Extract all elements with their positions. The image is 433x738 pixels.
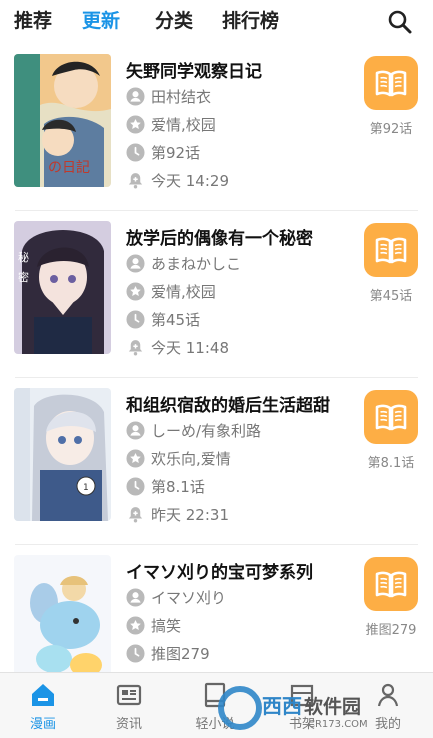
read-button[interactable]: [364, 390, 418, 444]
author-row: あまねかしこ: [126, 252, 241, 274]
cr173-watermark-logo: 西西 软件园 CR173.COM: [218, 686, 368, 730]
bell-icon: [126, 338, 145, 357]
star-icon: [126, 616, 145, 635]
user-icon: [126, 87, 145, 106]
tab-category[interactable]: 分类: [155, 6, 193, 33]
tab-recommend[interactable]: 推荐: [14, 6, 52, 33]
news-icon: [116, 684, 142, 706]
chapter-row: 第45话: [126, 308, 200, 330]
comic-title[interactable]: 和组织宿敌的婚后生活超甜: [126, 391, 330, 416]
comic-updated: 昨天 22:31: [151, 505, 229, 524]
updated-row: 昨天 22:31: [126, 503, 229, 525]
comic-cover[interactable]: [14, 555, 111, 672]
updated-row: 今天 14:29: [126, 169, 229, 191]
read-chapter-label: 第8.1话: [367, 456, 415, 471]
read-chapter-label: 推图279: [365, 623, 417, 638]
comic-author: あまねかしこ: [151, 254, 242, 273]
comic-title[interactable]: 矢野同学观察日记: [126, 57, 262, 82]
search-icon[interactable]: [386, 8, 414, 36]
read-chapter-label: 第92话: [369, 122, 413, 137]
tab-update[interactable]: 更新: [82, 6, 120, 33]
author-row: しーめ/有象利路: [126, 419, 261, 441]
clock-icon: [126, 644, 145, 663]
author-row: イマソ刈り: [126, 586, 226, 608]
list-item[interactable]: 1 和组织宿敌的婚后生活超甜 しーめ/有象利路 欢乐向,爱情 第8.1话 昨天 …: [0, 378, 433, 545]
comic-tags: 爱情,校园: [151, 282, 216, 301]
book-open-icon: [374, 569, 408, 599]
read-chapter-label: 第45话: [369, 289, 413, 304]
list-item[interactable]: の日記 矢野同学观察日记 田村结衣 爱情,校园 第92话 今天 14:29 第9…: [0, 44, 433, 211]
svg-text:1: 1: [83, 483, 89, 493]
comic-chapter: 推图279: [151, 644, 210, 663]
home-icon: [32, 684, 54, 706]
clock-icon: [126, 143, 145, 162]
book-open-icon: [374, 235, 408, 265]
svg-text:CR173.COM: CR173.COM: [308, 719, 368, 730]
comic-chapter: 第8.1话: [151, 477, 205, 496]
bell-icon: [126, 171, 145, 190]
book-open-icon: [374, 402, 408, 432]
star-icon: [126, 282, 145, 301]
comic-tags: 欢乐向,爱情: [151, 449, 231, 468]
comic-cover[interactable]: 1: [14, 388, 111, 521]
user-icon: [126, 254, 145, 273]
svg-text:秘: 秘: [18, 250, 29, 264]
bottom-tab-label: 漫画: [29, 717, 56, 732]
read-button[interactable]: [364, 557, 418, 611]
updated-row: 今天 11:48: [126, 336, 229, 358]
chapter-row: 第8.1话: [126, 475, 205, 497]
bottom-tab-label: 资讯: [115, 717, 142, 732]
author-row: 田村结衣: [126, 85, 211, 107]
tags-row: 搞笑: [126, 614, 181, 636]
read-button[interactable]: [364, 56, 418, 110]
book-open-icon: [374, 68, 408, 98]
chapter-row: 第92话: [126, 141, 200, 163]
comic-title[interactable]: 放学后的偶像有一个秘密: [126, 224, 313, 249]
tags-row: 欢乐向,爱情: [126, 447, 231, 469]
tab-ranking[interactable]: 排行榜: [222, 6, 279, 33]
user-icon: [126, 421, 145, 440]
list-item[interactable]: イマソ刈り的宝可梦系列 イマソ刈り 搞笑 推图279 推图279: [0, 545, 433, 672]
bottom-tab-news[interactable]: 资讯: [86, 679, 172, 735]
svg-text:密: 密: [18, 270, 29, 284]
user-icon: [126, 588, 145, 607]
tags-row: 爱情,校园: [126, 280, 216, 302]
comic-title[interactable]: イマソ刈り的宝可梦系列: [126, 558, 313, 583]
star-icon: [126, 449, 145, 468]
star-icon: [126, 115, 145, 134]
chapter-row: 推图279: [126, 642, 210, 664]
tags-row: 爱情,校园: [126, 113, 216, 135]
comic-author: しーめ/有象利路: [151, 421, 262, 440]
comic-author: 田村结衣: [151, 87, 212, 106]
comic-cover[interactable]: の日記: [14, 54, 111, 187]
top-nav: 推荐 更新 分类 排行榜: [0, 0, 433, 44]
update-list: の日記 矢野同学观察日记 田村结衣 爱情,校园 第92话 今天 14:29 第9…: [0, 44, 433, 672]
svg-text:の日記: の日記: [48, 159, 90, 176]
comic-cover[interactable]: 秘 密: [14, 221, 111, 354]
list-item[interactable]: 秘 密 放学后的偶像有一个秘密 あまねかしこ 爱情,校园 第45话 今天 11:…: [0, 211, 433, 378]
comic-tags: 爱情,校园: [151, 115, 216, 134]
bottom-tab-comics[interactable]: 漫画: [0, 679, 86, 735]
bell-icon: [126, 505, 145, 524]
clock-icon: [126, 477, 145, 496]
comic-chapter: 第92话: [151, 143, 201, 162]
clock-icon: [126, 310, 145, 329]
comic-updated: 今天 11:48: [151, 338, 229, 357]
comic-author: イマソ刈り: [151, 588, 227, 607]
svg-text:西西: 西西: [262, 694, 302, 718]
comic-chapter: 第45话: [151, 310, 201, 329]
svg-text:软件园: 软件园: [304, 695, 361, 718]
comic-updated: 今天 14:29: [151, 171, 229, 190]
comic-tags: 搞笑: [151, 616, 182, 635]
read-button[interactable]: [364, 223, 418, 277]
